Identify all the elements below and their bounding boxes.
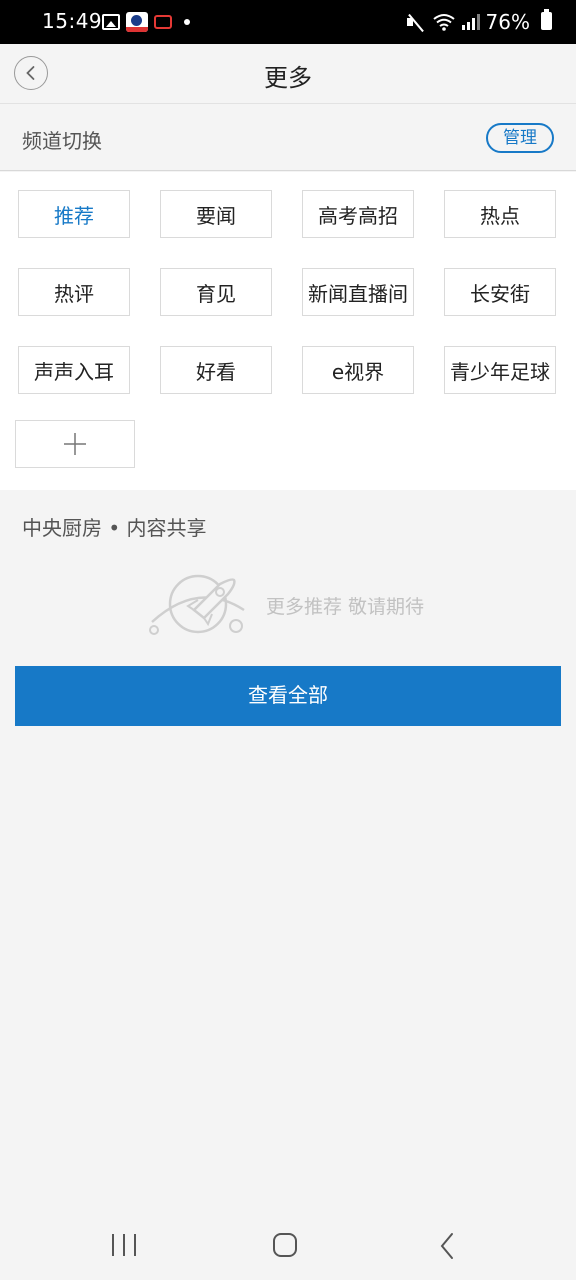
channel-chip[interactable]: 热点: [444, 190, 556, 238]
channel-chip[interactable]: 育见: [160, 268, 272, 316]
screen-record-icon: [154, 15, 172, 29]
channel-chip[interactable]: 热评: [18, 268, 130, 316]
channel-chip[interactable]: 声声入耳: [18, 346, 130, 394]
channel-chip[interactable]: 青少年足球: [444, 346, 556, 394]
gallery-icon: [102, 14, 120, 30]
empty-state-text: 更多推荐 敬请期待: [266, 596, 425, 618]
channel-chip[interactable]: 要闻: [160, 190, 272, 238]
add-channel-button[interactable]: [15, 420, 135, 468]
channel-chip[interactable]: 长安街: [444, 268, 556, 316]
status-time: 15:49: [42, 9, 103, 33]
channel-chip[interactable]: 推荐: [18, 190, 130, 238]
back-icon[interactable]: [438, 1232, 456, 1260]
battery-icon: [541, 9, 552, 30]
manage-button[interactable]: 管理: [486, 123, 554, 153]
status-bar: 15:49 76%: [0, 0, 576, 44]
view-all-button[interactable]: 查看全部: [15, 666, 561, 726]
empty-state: 更多推荐 敬请期待: [148, 570, 448, 638]
system-icons: 76%: [406, 9, 552, 34]
wifi-icon: [432, 14, 455, 31]
page-title: 更多: [264, 64, 312, 92]
signal-icon: [461, 14, 480, 30]
channel-chip[interactable]: 高考高招: [302, 190, 414, 238]
top-app-bar: 更多: [0, 44, 576, 104]
battery-group: 76%: [485, 9, 552, 34]
channel-switch-bar: 频道切换 管理: [0, 105, 576, 171]
notification-icons: [102, 12, 190, 32]
plus-icon: [64, 433, 86, 455]
dot-icon: [184, 19, 190, 25]
channel-chip[interactable]: 新闻直播间: [302, 268, 414, 316]
app-icon: [126, 12, 148, 32]
channel-switch-label: 频道切换: [22, 129, 102, 153]
home-icon[interactable]: [273, 1233, 297, 1257]
battery-percent: 76%: [485, 10, 530, 34]
recent-apps-icon[interactable]: [112, 1234, 136, 1256]
mute-icon: [406, 13, 426, 31]
rocket-planet-icon: [149, 574, 245, 635]
channel-chip[interactable]: e视界: [302, 346, 414, 394]
channel-chip[interactable]: 好看: [160, 346, 272, 394]
shared-section-title: 中央厨房 • 内容共享: [22, 516, 207, 540]
system-nav-bar: [0, 1208, 576, 1280]
channel-grid: 推荐 要闻 高考高招 热点 热评 育见 新闻直播间 长安街 声声入耳 好看 e视…: [0, 172, 576, 490]
